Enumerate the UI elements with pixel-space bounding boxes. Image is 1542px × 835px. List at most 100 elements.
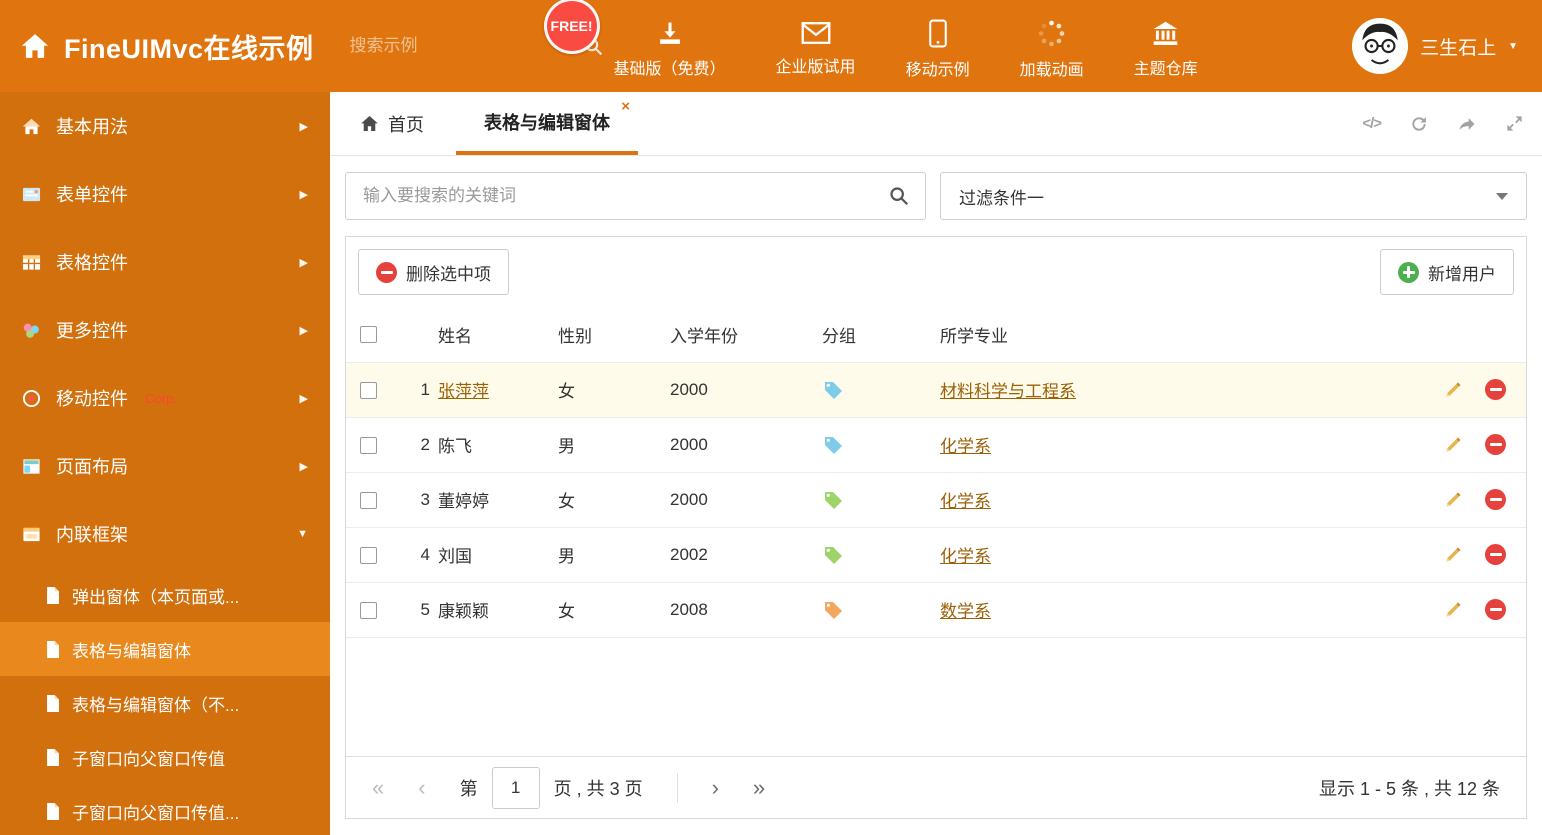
sidebar-subitem-child-to-parent-2[interactable]: 子窗口向父窗口传值... — [0, 784, 330, 835]
home-icon — [22, 117, 41, 136]
divider — [676, 772, 678, 803]
edit-button[interactable] — [1443, 490, 1463, 510]
mobile-icon — [928, 19, 948, 48]
file-icon — [46, 802, 60, 820]
layout-icon — [22, 457, 41, 476]
home-icon — [360, 114, 379, 133]
major-link[interactable]: 材料科学与工程系 — [940, 382, 1076, 401]
nav-label: 企业版试用 — [775, 59, 856, 76]
tab-label: 表格与编辑窗体 — [484, 112, 610, 133]
sidebar-subitem-label: 弹出窗体（本页面或... — [72, 587, 240, 607]
file-icon — [46, 640, 60, 658]
search-icon[interactable] — [888, 185, 910, 207]
delete-button[interactable] — [1485, 544, 1506, 565]
sidebar-item-more-controls[interactable]: 更多控件 ▶ — [0, 296, 330, 364]
sidebar-subitem-grid-edit-window[interactable]: 表格与编辑窗体 — [0, 622, 330, 676]
keyword-search-box — [345, 172, 926, 220]
tag-icon — [822, 380, 842, 400]
sidebar: 基本用法 ▶ 表单控件 ▶ 表格控件 ▶ 更多控件 ▶ 移动控件 Corp. ▶… — [0, 92, 330, 835]
plus-circle-icon — [1398, 261, 1419, 283]
column-header-name: 姓名 — [438, 307, 558, 363]
column-header-gender: 性别 — [558, 307, 670, 363]
grid-panel: 删除选中项 新增用户 姓名 性别 入学年份 分组 所学专业 1 张萍萍 女 20… — [345, 236, 1527, 819]
brand[interactable]: FineUIMvc在线示例 — [20, 27, 314, 66]
delete-button[interactable] — [1485, 434, 1506, 455]
first-page-icon[interactable]: « — [372, 775, 384, 801]
major-link[interactable]: 化学系 — [940, 437, 991, 456]
controls-icon — [22, 321, 41, 340]
expand-icon[interactable] — [1505, 114, 1524, 133]
page-label: 第 — [459, 778, 478, 799]
edit-button[interactable] — [1443, 380, 1463, 400]
header-search-input[interactable] — [347, 35, 573, 57]
sidebar-item-mobile-controls[interactable]: 移动控件 Corp. ▶ — [0, 364, 330, 432]
delete-button[interactable] — [1485, 489, 1506, 510]
filter-dropdown[interactable]: 过滤条件一 — [940, 172, 1527, 220]
sidebar-subitem-popup-window[interactable]: 弹出窗体（本页面或... — [0, 568, 330, 622]
keyword-search-input[interactable] — [361, 185, 878, 207]
refresh-icon[interactable] — [1409, 114, 1429, 134]
row-checkbox[interactable] — [360, 381, 377, 399]
sidebar-item-label: 基本用法 — [56, 117, 128, 137]
sidebar-item-grid-controls[interactable]: 表格控件 ▶ — [0, 228, 330, 296]
next-page-icon[interactable]: › — [712, 775, 719, 801]
nav-item-theme-repo[interactable]: 主题仓库 — [1134, 0, 1198, 92]
major-link[interactable]: 化学系 — [940, 492, 991, 511]
student-name: 康颖颖 — [438, 602, 489, 621]
spinner-icon — [1037, 19, 1066, 48]
user-menu[interactable]: 三生石上 ▼ — [1352, 18, 1518, 74]
sidebar-item-page-layout[interactable]: 页面布局 ▶ — [0, 432, 330, 500]
tab-grid-edit-window[interactable]: 表格与编辑窗体 × — [456, 92, 638, 155]
row-checkbox[interactable] — [360, 436, 377, 454]
nav-item-loading-animation[interactable]: 加载动画 — [1020, 0, 1084, 92]
edit-button[interactable] — [1443, 435, 1463, 455]
sidebar-item-inline-frame[interactable]: 内联框架 ▼ — [0, 500, 330, 568]
delete-button[interactable] — [1485, 379, 1506, 400]
chevron-down-icon: ▼ — [297, 528, 308, 540]
row-number: 3 — [394, 472, 438, 528]
year-cell: 2000 — [670, 472, 822, 528]
button-label: 新增用户 — [1428, 264, 1496, 284]
edit-button[interactable] — [1443, 600, 1463, 620]
tag-icon — [822, 545, 842, 565]
code-icon[interactable]: </> — [1362, 115, 1382, 132]
record-summary: 显示 1 - 5 条 , 共 12 条 — [1318, 778, 1500, 799]
student-name-link[interactable]: 张萍萍 — [438, 382, 489, 401]
sidebar-item-basic-usage[interactable]: 基本用法 ▶ — [0, 92, 330, 160]
close-icon[interactable]: × — [621, 99, 630, 114]
column-header-year: 入学年份 — [670, 307, 822, 363]
sidebar-item-label: 表格控件 — [56, 253, 128, 273]
tab-home[interactable]: 首页 — [344, 92, 440, 155]
table-row: 3 董婷婷 女 2000 化学系 — [346, 472, 1526, 528]
share-icon[interactable] — [1457, 114, 1477, 134]
row-checkbox[interactable] — [360, 491, 377, 509]
home-icon — [20, 31, 50, 61]
delete-button[interactable] — [1485, 599, 1506, 620]
tag-icon — [822, 490, 842, 510]
major-link[interactable]: 数学系 — [940, 602, 991, 621]
sidebar-subitem-label: 子窗口向父窗口传值 — [72, 749, 225, 769]
content-area: 首页 表格与编辑窗体 × </> 输入要搜索的关键词 过滤条件一 删除选中项 新… — [330, 92, 1542, 835]
delete-selected-button[interactable]: 删除选中项 — [358, 249, 509, 295]
nav-item-enterprise-trial[interactable]: 企业版试用 — [776, 0, 856, 92]
row-number: 2 — [394, 417, 438, 473]
row-checkbox[interactable] — [360, 546, 377, 564]
nav-item-mobile-demo[interactable]: 移动示例 — [906, 0, 970, 92]
table-row: 2 陈飞 男 2000 化学系 — [346, 417, 1526, 473]
sidebar-subitem-child-to-parent[interactable]: 子窗口向父窗口传值 — [0, 730, 330, 784]
sidebar-item-form-controls[interactable]: 表单控件 ▶ — [0, 160, 330, 228]
select-all-checkbox[interactable] — [360, 326, 377, 344]
nav-label: 基础版（免费） — [613, 61, 726, 78]
row-checkbox[interactable] — [360, 601, 377, 619]
last-page-icon[interactable]: » — [753, 775, 765, 801]
nav-item-basic-free[interactable]: FREE! 基础版（免费） — [543, 0, 726, 92]
prev-page-icon[interactable]: ‹ — [418, 775, 425, 801]
add-user-button[interactable]: 新增用户 — [1380, 249, 1514, 295]
major-link[interactable]: 化学系 — [940, 547, 991, 566]
nav-label: 主题仓库 — [1133, 60, 1198, 78]
page-number-input[interactable] — [491, 766, 540, 809]
edit-button[interactable] — [1443, 545, 1463, 565]
sidebar-subitem-grid-edit-window-2[interactable]: 表格与编辑窗体（不... — [0, 676, 330, 730]
empty-space — [346, 638, 1526, 757]
sidebar-item-label: 页面布局 — [56, 457, 128, 477]
